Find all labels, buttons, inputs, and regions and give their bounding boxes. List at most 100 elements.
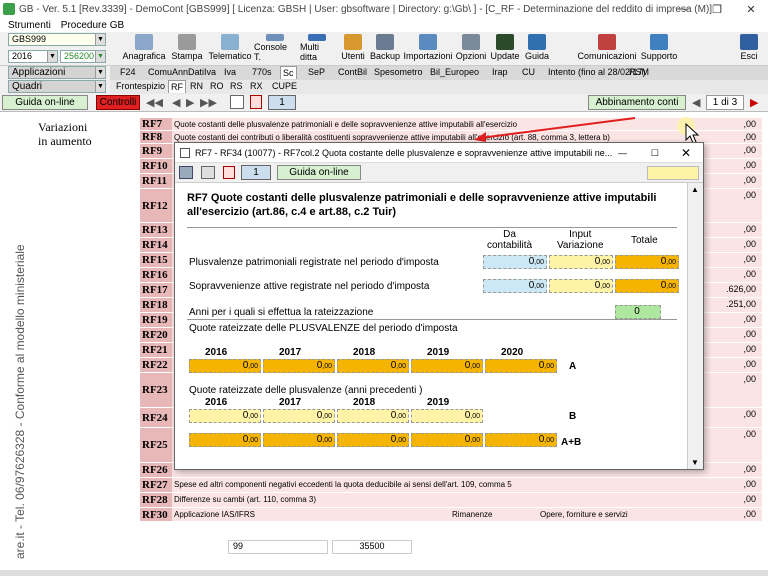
year-input[interactable]: 0,00 <box>189 359 261 373</box>
toolbar-escibutton[interactable]: Esci <box>738 34 760 62</box>
toolbar-console-t-button[interactable]: Console T. <box>254 34 296 62</box>
year-input[interactable]: 0,00 <box>263 359 335 373</box>
delete-icon[interactable] <box>223 166 235 179</box>
year-input[interactable]: 0,00 <box>337 359 409 373</box>
nav-tab[interactable]: Iva <box>222 66 238 79</box>
toolbar-telematicobutton[interactable]: Telematico <box>208 34 252 62</box>
first-page-icon[interactable]: ◀◀ <box>146 96 163 109</box>
dialog-yellow-field[interactable] <box>647 166 699 180</box>
prev-page-icon[interactable]: ◀ <box>172 96 180 109</box>
toolbar-stampabutton[interactable]: Stampa <box>170 34 204 62</box>
scroll-down-icon[interactable]: ▼ <box>691 458 699 467</box>
code-select[interactable]: 256200 - ▼ <box>60 50 106 63</box>
print-icon[interactable] <box>230 95 244 109</box>
dialog-scrollbar[interactable]: ▲ ▼ <box>687 183 703 469</box>
toolbar-comunicazionibutton[interactable]: Comunicazioni <box>577 34 637 62</box>
next-page-icon[interactable]: ▶ <box>186 96 194 109</box>
dialog-guide-button[interactable]: Guida on-line <box>277 165 361 180</box>
guide-online-button[interactable]: Guida on-line <box>2 95 88 110</box>
nav-tab[interactable]: Spesometro <box>372 66 425 79</box>
year-input[interactable]: 0,00 <box>263 409 335 423</box>
nav-tab[interactable]: ComuAnnDatiIva <box>146 66 218 79</box>
minimize-button[interactable]: — <box>666 0 700 18</box>
nav-tab[interactable]: ContBil <box>336 66 369 79</box>
row-code: RF9 <box>140 144 172 159</box>
sub-tab[interactable]: CUPE <box>270 80 299 93</box>
year-input[interactable]: 0,00 <box>485 359 557 373</box>
dialog-close-button[interactable]: ✕ <box>681 143 691 163</box>
year-input[interactable]: 0,00 <box>411 359 483 373</box>
controls-button[interactable]: Controlli <box>96 95 140 110</box>
dialog-minimize-button[interactable]: — <box>618 143 627 163</box>
anni-input[interactable]: 0 <box>615 305 661 319</box>
delete-icon[interactable] <box>250 95 262 109</box>
nav-tab[interactable]: Irap <box>490 66 510 79</box>
toolbar-multi-dittabutton[interactable]: Multi ditta <box>300 34 334 62</box>
ab-input[interactable]: 0,00 <box>485 433 557 447</box>
pager-prev-icon[interactable]: ◀ <box>692 96 700 109</box>
year-input[interactable]: 0,00 <box>337 409 409 423</box>
toolbar-backupbutton[interactable]: Backup <box>370 34 400 62</box>
sub-tab[interactable]: RN <box>188 80 205 93</box>
frames-select[interactable]: Quadri ▼ <box>8 80 106 93</box>
match-accounts-button[interactable]: Abbinamento conti <box>588 95 686 110</box>
nav-tab[interactable]: CU <box>520 66 537 79</box>
rf30-field-2[interactable]: 35500 <box>332 540 412 554</box>
ab-input[interactable]: 0,00 <box>263 433 335 447</box>
sopr-da-input[interactable]: 0,00 <box>483 279 547 293</box>
sopr-totale-input[interactable]: 0,00 <box>615 279 679 293</box>
nav-tab[interactable]: RSM <box>627 66 651 79</box>
toolbar-anagraficabutton[interactable]: Anagrafica <box>122 34 166 62</box>
maximize-button[interactable]: ❐ <box>700 0 734 18</box>
row-code: RF11 <box>140 174 172 189</box>
nav-tab[interactable]: SeP <box>306 66 327 79</box>
year-select[interactable]: 2016 ▼ <box>8 50 58 63</box>
applications-value: Applicazioni <box>12 67 66 78</box>
plus-input-input[interactable]: 0,00 <box>549 255 613 269</box>
sub-tab[interactable]: RO <box>208 80 226 93</box>
sub-tab[interactable]: RS <box>228 80 245 93</box>
exit-icon[interactable] <box>179 166 193 179</box>
nav-tab[interactable]: F24 <box>118 66 138 79</box>
toolbar-utentibutton[interactable]: Utenti <box>340 34 366 62</box>
year-input[interactable]: 0,00 <box>189 409 261 423</box>
nav-tab[interactable]: Bil_Europeo <box>428 66 481 79</box>
toolbar-icon <box>308 34 326 41</box>
ab-input[interactable]: 0,00 <box>189 433 261 447</box>
row-cell[interactable]: Differenze su cambi (art. 110, comma 3),… <box>172 493 762 508</box>
dialog-page-number[interactable]: 1 <box>241 165 271 180</box>
plus-da-input[interactable]: 0,00 <box>483 255 547 269</box>
toolbar-importazionibutton[interactable]: Importazioni <box>403 34 453 62</box>
toolbar-updatebutton[interactable]: Update <box>490 34 520 62</box>
last-page-icon[interactable]: ▶▶ <box>200 96 217 109</box>
year-input[interactable]: 0,00 <box>411 409 483 423</box>
close-button[interactable]: ✕ <box>734 0 768 18</box>
sopr-input-input[interactable]: 0,00 <box>549 279 613 293</box>
sub-tab[interactable]: RX <box>248 80 265 93</box>
menu-strumenti[interactable]: Strumenti <box>8 20 51 31</box>
scroll-up-icon[interactable]: ▲ <box>691 185 699 194</box>
print-icon[interactable] <box>201 166 215 179</box>
toolbar-supportobutton[interactable]: Supporto <box>640 34 678 62</box>
dialog-maximize-button[interactable]: ☐ <box>651 143 659 163</box>
toolbar-icon <box>528 34 546 50</box>
chevron-down-icon: ▼ <box>47 51 57 62</box>
applications-select[interactable]: Applicazioni ▼ <box>8 66 106 79</box>
rf30-field-2-value: 35500 <box>359 541 385 551</box>
row-code: RF12 <box>140 189 172 223</box>
pager-next-icon[interactable]: ▶ <box>750 96 758 109</box>
menu-procedure-gb[interactable]: Procedure GB <box>61 20 124 31</box>
company-select[interactable]: GBS999 ▼ <box>8 33 106 46</box>
plus-totale-input[interactable]: 0,00 <box>615 255 679 269</box>
toolbar-guidabutton[interactable]: Guida <box>524 34 550 62</box>
ab-input[interactable]: 0,00 <box>337 433 409 447</box>
nav-tab[interactable]: Sc <box>280 66 297 79</box>
sub-tab[interactable]: Frontespizio <box>114 80 167 93</box>
row-cell[interactable]: Spese ed altri componenti negativi ecced… <box>172 478 762 493</box>
nav-tab[interactable]: 770s <box>250 66 274 79</box>
sub-tab[interactable]: RF <box>168 80 186 93</box>
page-number[interactable]: 1 <box>268 95 296 110</box>
rf30-field-1[interactable]: 99 <box>228 540 328 554</box>
ab-input[interactable]: 0,00 <box>411 433 483 447</box>
toolbar-opzionibutton[interactable]: Opzioni <box>456 34 486 62</box>
